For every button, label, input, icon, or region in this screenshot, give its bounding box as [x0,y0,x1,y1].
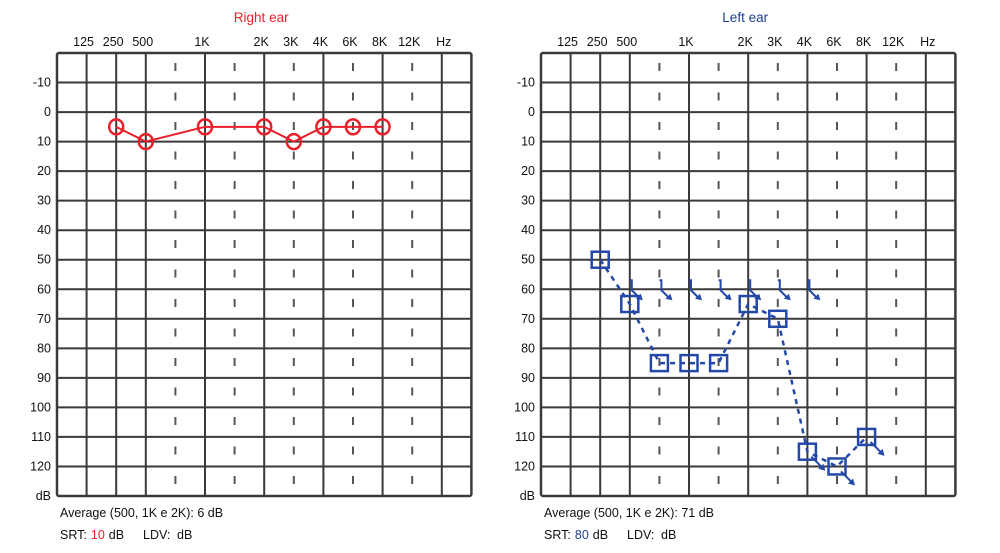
x-tick-label: 2K [254,35,270,49]
y-tick-label: 120 [30,459,51,473]
x-tick-label: 6K [342,35,358,49]
x-tick-label: 500 [616,35,637,49]
x-tick-label: Hz [920,35,935,49]
ldv-label: LDV: [627,528,654,542]
x-tick-label: 8K [372,35,388,49]
x-tick-label: 6K [826,35,842,49]
chart-title: Left ear [722,10,768,25]
y-tick-label: 40 [37,223,51,237]
ldv-unit: dB [177,528,192,542]
x-tick-label: 1K [194,35,210,49]
x-tick-label: 1K [678,35,694,49]
x-tick-label: 3K [767,35,783,49]
srt-unit: dB [593,528,608,542]
y-tick-label: -10 [517,76,535,90]
y-tick-label: 90 [37,371,51,385]
chart-title: Right ear [234,10,289,25]
y-tick-label: dB [520,489,535,503]
srt-value: 80 [575,528,589,542]
x-tick-label: 8K [856,35,872,49]
y-tick-label: 10 [37,135,51,149]
right-ear-chart: Right ear 125 250 500 1K 2K 3K 4K 6K 8K 12K Hz -10 0 1… [30,10,473,542]
y-tick-label: 30 [37,194,51,208]
x-tick-label: 125 [557,35,578,49]
x-tick-label: 12K [398,35,421,49]
srt-prefix: SRT: [544,528,571,542]
ldv-unit: dB [661,528,676,542]
y-tick-label: 90 [521,371,535,385]
y-tick-label: 100 [30,400,51,414]
x-tick-label: 500 [132,35,153,49]
x-tick-label: 250 [587,35,608,49]
srt-line: SRT: 80 dB [544,528,608,542]
y-tick-label: 110 [31,430,51,444]
x-tick-label: Hz [436,35,451,49]
average-label: Average (500, 1K e 2K): 6 dB [60,506,223,520]
x-tick-label: 4K [313,35,329,49]
x-tick-label: 4K [797,35,813,49]
y-tick-label: 80 [521,341,535,355]
srt-value: 10 [91,528,105,542]
y-tick-label: 30 [521,194,535,208]
x-tick-label: 125 [73,35,94,49]
left-ear-chart: Left ear 125 250 500 1K 2K 3K 4K 6K 8K 12K Hz -10 0 10… [514,10,957,542]
x-tick-label: 250 [103,35,124,49]
y-tick-label: dB [36,489,51,503]
x-tick-label: 2K [738,35,754,49]
average-label: Average (500, 1K e 2K): 71 dB [544,506,714,520]
srt-unit: dB [109,528,124,542]
x-tick-label: 12K [882,35,905,49]
y-tick-label: 100 [514,400,535,414]
y-tick-label: 50 [37,253,51,267]
srt-line: SRT: 10 dB [60,528,124,542]
y-tick-label: 0 [44,105,51,119]
y-tick-label: 10 [521,135,535,149]
y-tick-label: 120 [514,459,535,473]
y-tick-label: 20 [37,164,51,178]
y-tick-label: -10 [33,76,51,90]
ldv-label: LDV: [143,528,170,542]
y-tick-label: 50 [521,253,535,267]
y-tick-label: 70 [37,312,51,326]
srt-prefix: SRT: [60,528,87,542]
y-tick-label: 60 [37,282,51,296]
y-tick-label: 20 [521,164,535,178]
y-tick-label: 80 [37,341,51,355]
y-tick-label: 0 [528,105,535,119]
audiogram-figure: Right ear125 250 500 1K 2K 3K 4K 6K 8K 12K Hz-1001… [30,10,957,542]
y-tick-label: 110 [515,430,535,444]
series-line [115,125,383,143]
series-line [599,259,868,468]
y-tick-label: 40 [521,223,535,237]
y-tick-label: 60 [521,282,535,296]
x-tick-label: 3K [283,35,299,49]
y-tick-label: 70 [521,312,535,326]
